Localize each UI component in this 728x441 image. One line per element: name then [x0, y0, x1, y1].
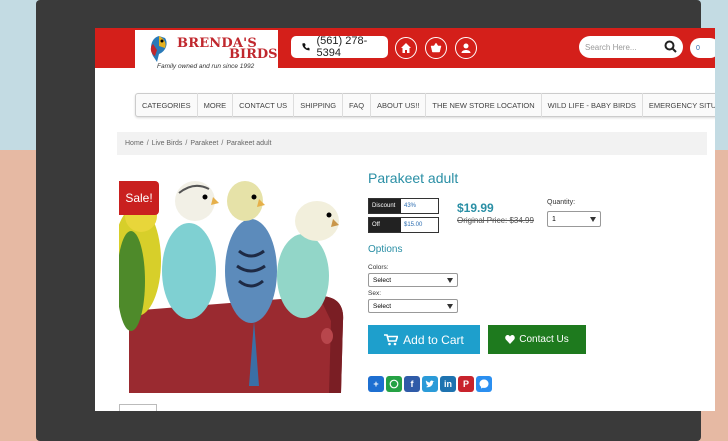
quantity-value: 1	[552, 215, 556, 223]
nav-item-categories[interactable]: CATEGORIES	[136, 93, 198, 117]
off-value: $15.00	[401, 218, 438, 232]
search-icon[interactable]	[664, 40, 677, 53]
facebook-icon[interactable]: f	[404, 376, 420, 392]
add-to-cart-button[interactable]: Add to Cart	[368, 325, 480, 354]
search-placeholder: Search Here...	[585, 42, 637, 52]
chevron-down-icon	[590, 216, 596, 222]
nav-item-more[interactable]: MORE	[198, 93, 234, 117]
discount-label: Discount	[369, 199, 401, 213]
chevron-down-icon	[447, 303, 453, 309]
phone-icon	[302, 43, 310, 51]
pinterest-icon[interactable]: P	[458, 376, 474, 392]
basket-button[interactable]	[425, 37, 447, 59]
site-logo[interactable]: BRENDA'S BIRDS Family owned and run sinc…	[135, 30, 278, 72]
main-nav: CATEGORIES MORE CONTACT US SHIPPING FAQ …	[135, 93, 715, 117]
phone-button[interactable]: (561) 278-5394	[291, 35, 388, 59]
off-label: Off	[369, 218, 401, 232]
breadcrumb-home[interactable]: Home	[125, 140, 144, 147]
product-thumbnail[interactable]	[119, 404, 157, 411]
sale-badge: Sale!	[119, 181, 159, 215]
sex-select[interactable]: Select	[368, 299, 458, 313]
colors-value: Select	[373, 276, 392, 284]
nav-item-faq[interactable]: FAQ	[343, 93, 372, 117]
discount-tag: Discount 43%	[368, 198, 439, 214]
home-button[interactable]	[395, 37, 417, 59]
product-image[interactable]: Sale!	[119, 171, 345, 393]
breadcrumb: Home / Live Birds / Parakeet / Parakeet …	[117, 132, 707, 155]
breadcrumb-separator: /	[185, 140, 188, 147]
breadcrumb-live-birds[interactable]: Live Birds	[152, 140, 183, 147]
contact-us-label: Contact Us	[519, 334, 569, 345]
contact-us-button[interactable]: Contact Us	[488, 325, 586, 354]
discount-value: 43%	[401, 199, 438, 213]
addthis-icon[interactable]: +	[368, 376, 384, 392]
sex-value: Select	[373, 302, 392, 310]
quantity-label: Quantity:	[547, 199, 576, 206]
share-bar: + f in P	[368, 376, 492, 392]
breadcrumb-parakeet[interactable]: Parakeet	[190, 140, 218, 147]
whatsapp-icon[interactable]	[386, 376, 402, 392]
logo-name-line2: BIRDS	[229, 47, 278, 62]
cart-icon	[384, 333, 399, 345]
breadcrumb-separator: /	[146, 140, 149, 147]
cart-button[interactable]: 0	[690, 38, 715, 58]
colors-label: Colors:	[368, 264, 389, 271]
nav-item-new-store-location[interactable]: THE NEW STORE LOCATION	[426, 93, 542, 117]
browser-screen: BRENDA'S BIRDS Family owned and run sinc…	[95, 28, 715, 411]
account-button[interactable]	[455, 37, 477, 59]
sale-price: $19.99	[457, 201, 494, 215]
twitter-icon[interactable]	[422, 376, 438, 392]
breadcrumb-separator: /	[221, 140, 224, 147]
product-title: Parakeet adult	[368, 170, 459, 186]
logo-tagline: Family owned and run since 1992	[157, 63, 255, 70]
parrot-logo-icon	[150, 36, 167, 62]
nav-item-shipping[interactable]: SHIPPING	[294, 93, 344, 117]
nav-item-about-us[interactable]: ABOUT US!!	[371, 93, 427, 117]
basket-icon	[430, 42, 442, 53]
nav-item-contact-us[interactable]: CONTACT US	[233, 93, 295, 117]
nav-item-emergency-situation[interactable]: EMERGENCY SITUATION	[643, 93, 715, 117]
quantity-select[interactable]: 1	[547, 211, 601, 227]
cart-count: 0	[696, 44, 700, 52]
messenger-icon[interactable]	[476, 376, 492, 392]
home-icon	[401, 43, 411, 53]
user-icon	[461, 43, 471, 53]
colors-select[interactable]: Select	[368, 273, 458, 287]
phone-number: (561) 278-5394	[316, 35, 368, 59]
search-input[interactable]: Search Here...	[579, 36, 683, 58]
original-price: Original Price: $34.99	[457, 216, 534, 225]
chevron-down-icon	[447, 277, 453, 283]
options-title: Options	[368, 244, 403, 255]
monitor-frame: BRENDA'S BIRDS Family owned and run sinc…	[36, 0, 715, 441]
breadcrumb-current: Parakeet adult	[226, 140, 272, 147]
linkedin-icon[interactable]: in	[440, 376, 456, 392]
nav-item-wild-life-baby-birds[interactable]: WILD LIFE - BABY BIRDS	[542, 93, 643, 117]
heart-icon	[505, 335, 516, 344]
off-tag: Off $15.00	[368, 217, 439, 233]
add-to-cart-label: Add to Cart	[403, 332, 464, 347]
sex-label: Sex:	[368, 290, 382, 297]
